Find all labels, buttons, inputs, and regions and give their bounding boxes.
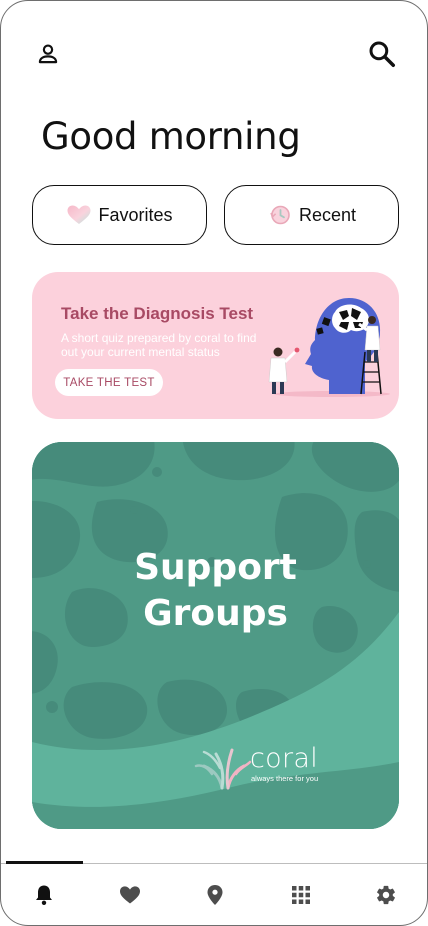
support-groups-card[interactable]: Support Groups coral always there for yo… xyxy=(32,442,399,829)
recent-button[interactable]: Recent xyxy=(224,185,399,245)
heart-icon xyxy=(120,886,140,904)
coral-brand-name: coral xyxy=(250,743,319,774)
history-icon xyxy=(270,205,290,225)
coral-brand-tagline: always there for you xyxy=(251,774,319,783)
grid-icon xyxy=(292,886,310,904)
location-pin-icon xyxy=(207,885,223,905)
nav-apps[interactable] xyxy=(286,880,316,910)
nav-favorites[interactable] xyxy=(115,880,145,910)
search-button[interactable] xyxy=(363,35,401,73)
profile-button[interactable] xyxy=(31,37,65,71)
diagnosis-title: Take the Diagnosis Test xyxy=(61,304,254,323)
app-screen: Good morning Favorites Recent Take the D… xyxy=(0,0,428,926)
favorites-button[interactable]: Favorites xyxy=(32,185,207,245)
greeting-heading: Good morning xyxy=(41,115,301,158)
heart-icon xyxy=(67,205,91,224)
search-icon xyxy=(369,41,395,67)
diagnosis-test-card[interactable]: Take the Diagnosis Test A short quiz pre… xyxy=(32,272,399,419)
nav-notifications[interactable] xyxy=(29,880,59,910)
bottom-nav xyxy=(1,864,427,924)
bell-icon xyxy=(36,885,52,905)
doctors-head-puzzle-illustration xyxy=(268,298,390,397)
person-outline-icon xyxy=(38,44,58,64)
support-title-line1: Support xyxy=(134,547,297,588)
recent-label: Recent xyxy=(298,204,357,225)
nav-settings[interactable] xyxy=(371,880,401,910)
support-groups-title: Support Groups xyxy=(32,545,399,637)
diagnosis-subtitle: A short quiz prepared by coral to find o… xyxy=(61,331,257,359)
gear-icon xyxy=(377,885,395,905)
nav-location[interactable] xyxy=(200,880,230,910)
support-title-line2: Groups xyxy=(143,593,288,634)
favorites-label: Favorites xyxy=(98,204,173,225)
take-the-test-button[interactable]: TAKE THE TEST xyxy=(55,369,163,396)
